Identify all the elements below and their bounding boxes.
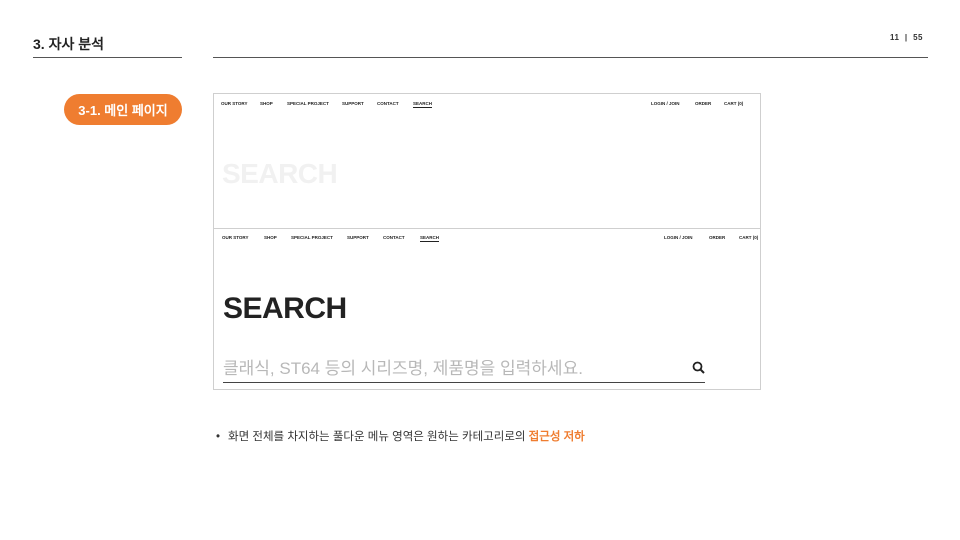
page-number: 11 | 55 xyxy=(890,33,923,42)
ghost-search-title: SEARCH xyxy=(222,158,338,189)
nav-item-special-project[interactable]: SPECIAL PROJECT xyxy=(287,101,329,106)
nav-item-cart[interactable]: CART (0) xyxy=(739,235,758,240)
search-underline xyxy=(223,382,705,383)
nav-item-shop[interactable]: SHOP xyxy=(264,235,277,240)
note-text: 화면 전체를 차지하는 풀다운 메뉴 영역은 원하는 카테고리로의 xyxy=(228,431,529,443)
search-icon[interactable] xyxy=(692,361,705,374)
nav-bar-top: OUR STORY SHOP SPECIAL PROJECT SUPPORT C… xyxy=(214,96,760,110)
nav-item-special-project[interactable]: SPECIAL PROJECT xyxy=(291,235,333,240)
nav-item-search[interactable]: SEARCH xyxy=(413,101,433,108)
search-page-title: SEARCH xyxy=(223,292,347,325)
note-bullet: • 화면 전체를 차지하는 풀다운 메뉴 영역은 원하는 카테고리로의 접근성 저… xyxy=(216,428,585,444)
page-total: 55 xyxy=(913,33,923,42)
bullet-dot: • xyxy=(216,431,221,443)
nav-item-support[interactable]: SUPPORT xyxy=(342,101,364,106)
nav-item-our-story[interactable]: OUR STORY xyxy=(222,235,249,240)
section-rule-left xyxy=(33,57,182,58)
page-separator: | xyxy=(904,33,908,42)
nav-item-contact[interactable]: CONTACT xyxy=(377,101,399,106)
nav-item-order[interactable]: ORDER xyxy=(695,101,711,106)
nav-item-support[interactable]: SUPPORT xyxy=(347,235,369,240)
nav-item-shop[interactable]: SHOP xyxy=(260,101,273,106)
nav-bar-bottom: OUR STORY SHOP SPECIAL PROJECT SUPPORT C… xyxy=(214,230,760,244)
search-input[interactable]: 클래식, ST64 등의 시리즈명, 제품명을 입력하세요. xyxy=(223,354,583,379)
section-rule-right xyxy=(213,57,928,58)
nav-item-login-join[interactable]: LOGIN / JOIN xyxy=(664,235,693,240)
section-title: 3. 자사 분석 xyxy=(33,36,104,52)
page-current: 11 xyxy=(889,33,900,42)
subsection-pill: 3-1. 메인 페이지 xyxy=(64,94,182,125)
nav-item-our-story[interactable]: OUR STORY xyxy=(221,101,248,106)
note-highlight: 접근성 저하 xyxy=(528,431,585,443)
nav-item-cart[interactable]: CART (0) xyxy=(724,101,743,106)
website-screenshot: OUR STORY SHOP SPECIAL PROJECT SUPPORT C… xyxy=(213,93,761,390)
nav-item-login-join[interactable]: LOGIN / JOIN xyxy=(651,101,680,106)
nav-item-search[interactable]: SEARCH xyxy=(420,235,440,242)
screenshot-divider xyxy=(214,228,760,229)
nav-item-order[interactable]: ORDER xyxy=(709,235,725,240)
nav-item-contact[interactable]: CONTACT xyxy=(383,235,405,240)
